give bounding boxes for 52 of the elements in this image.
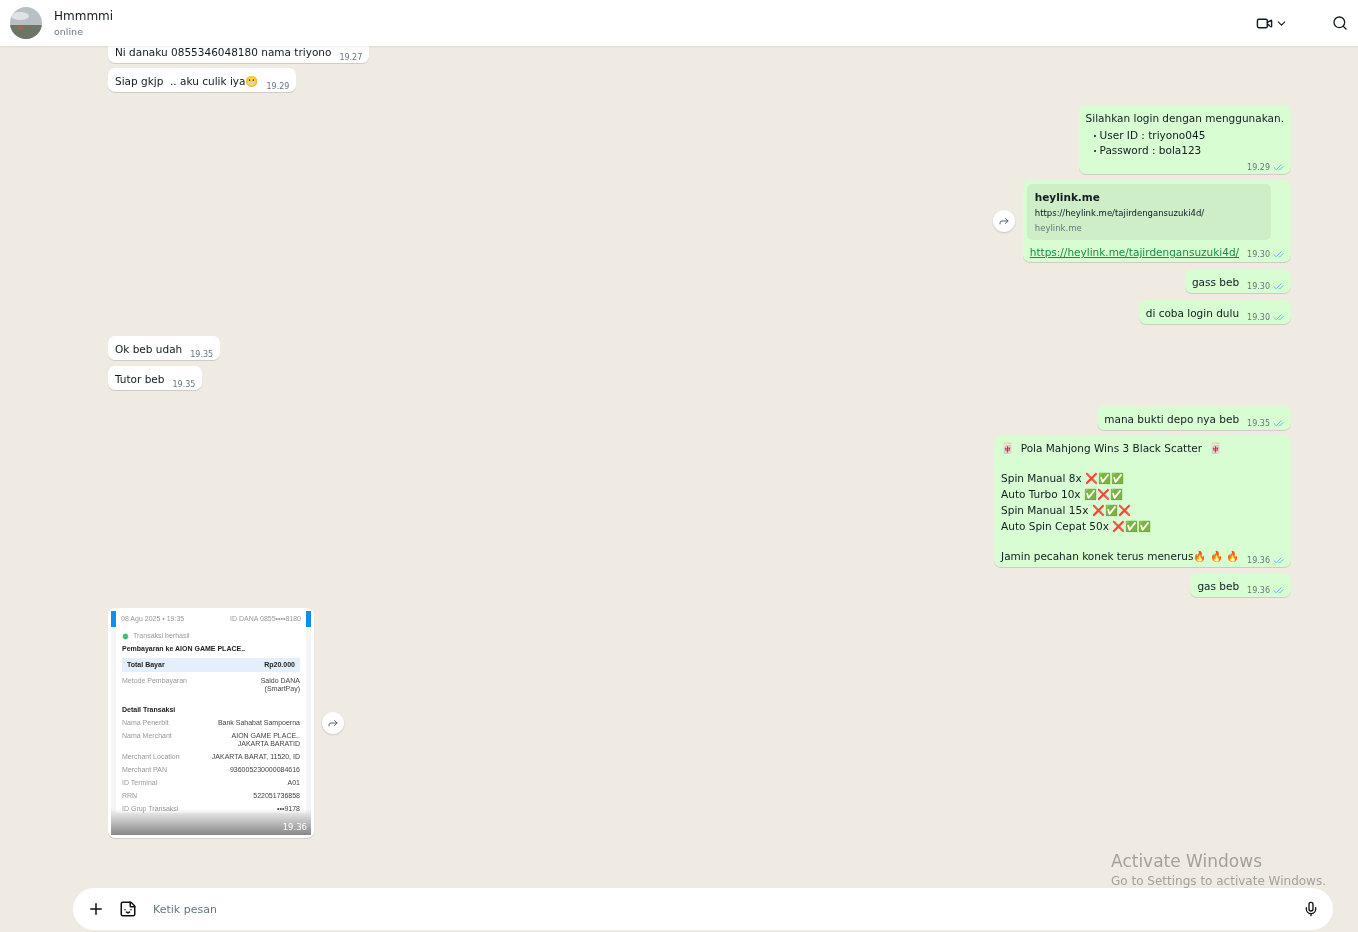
preview-domain: heylink.me — [1034, 223, 1083, 233]
message-text: Tutor beb — [115, 372, 165, 387]
search-button[interactable] — [1332, 15, 1348, 31]
link-preview[interactable]: heylink.me https://heylink.me/tajirdengansuzuki4d/ heylink.me — [1026, 184, 1271, 240]
message-text: 🀄 Pola Mahjong Wins 3 Black Scatter 🀄 — [1001, 442, 1222, 454]
microphone-icon — [1303, 901, 1319, 917]
attach-plus-button[interactable] — [87, 900, 105, 918]
message-time: 19.36 — [282, 822, 307, 832]
message-time: 19.36 — [1247, 556, 1270, 565]
message-text: Ok beb udah — [115, 342, 183, 357]
contact-status: online — [54, 26, 84, 37]
message-time: 19.29 — [266, 82, 290, 91]
forward-icon — [997, 215, 1010, 227]
message-time: 19.29 — [1247, 163, 1270, 172]
list-item: User ID : triyono045 — [1099, 128, 1206, 143]
message-text: Siap gkjp .. aku culik iya😬 — [115, 74, 259, 89]
preview-url: https://heylink.me/tajirdengansuzuki4d/ — [1034, 208, 1206, 218]
contact-name: Hmmmmi — [54, 9, 115, 23]
message-time: 19.27 — [339, 53, 363, 62]
message-time: 19.36 — [1247, 586, 1270, 595]
mic-button[interactable] — [1303, 901, 1319, 917]
message-time: 19.35 — [172, 380, 196, 389]
activation-subtitle: Go to Settings to activate Windows. — [1111, 874, 1326, 888]
message-text: Spin Manual 15x ❌✅❌ — [1001, 504, 1131, 516]
message-time: 19.30 — [1247, 250, 1270, 259]
search-icon — [1332, 15, 1348, 31]
message-text: gas beb — [1197, 579, 1240, 594]
forward-icon — [327, 717, 339, 729]
plus-icon — [87, 900, 105, 918]
message-time: 19.30 — [1247, 313, 1270, 322]
message-input[interactable]: Ketik pesan — [151, 901, 1289, 917]
preview-title: heylink.me — [1034, 191, 1101, 203]
activation-title: Activate Windows — [1111, 851, 1263, 871]
message-text: Auto Spin Cepat 50x ❌✅✅ — [1001, 520, 1152, 532]
message-time: 19.30 — [1247, 282, 1270, 291]
message-text: di coba login dulu — [1145, 306, 1240, 321]
list-item: Password : bola123 — [1099, 143, 1202, 158]
avatar[interactable] — [10, 7, 42, 39]
message-link[interactable]: https://heylink.me/tajirdengansuzuki4d/ — [1029, 246, 1240, 258]
message-time: 19.35 — [190, 350, 214, 359]
success-icon — [122, 632, 129, 640]
message-time: 19.35 — [1247, 419, 1270, 428]
message-composer[interactable]: Ketik pesan — [73, 888, 1333, 930]
message-text: Auto Turbo 10x ✅❌✅ — [1001, 488, 1123, 500]
message-text: Silahkan login dengan menggunakan. — [1085, 112, 1284, 124]
message-text: gass beb — [1191, 275, 1240, 290]
message-text: Jamin pecahan konek terus menerus🔥 🔥 🔥 — [1001, 549, 1240, 564]
message-text: Spin Manual 8x ❌✅✅ — [1001, 472, 1125, 484]
message-text: Ni danaku 0855346048180 nama triyono — [115, 45, 332, 60]
sticker-icon — [119, 900, 137, 918]
sticker-button[interactable] — [119, 900, 137, 918]
message-text: mana bukti depo nya beb — [1104, 412, 1240, 427]
